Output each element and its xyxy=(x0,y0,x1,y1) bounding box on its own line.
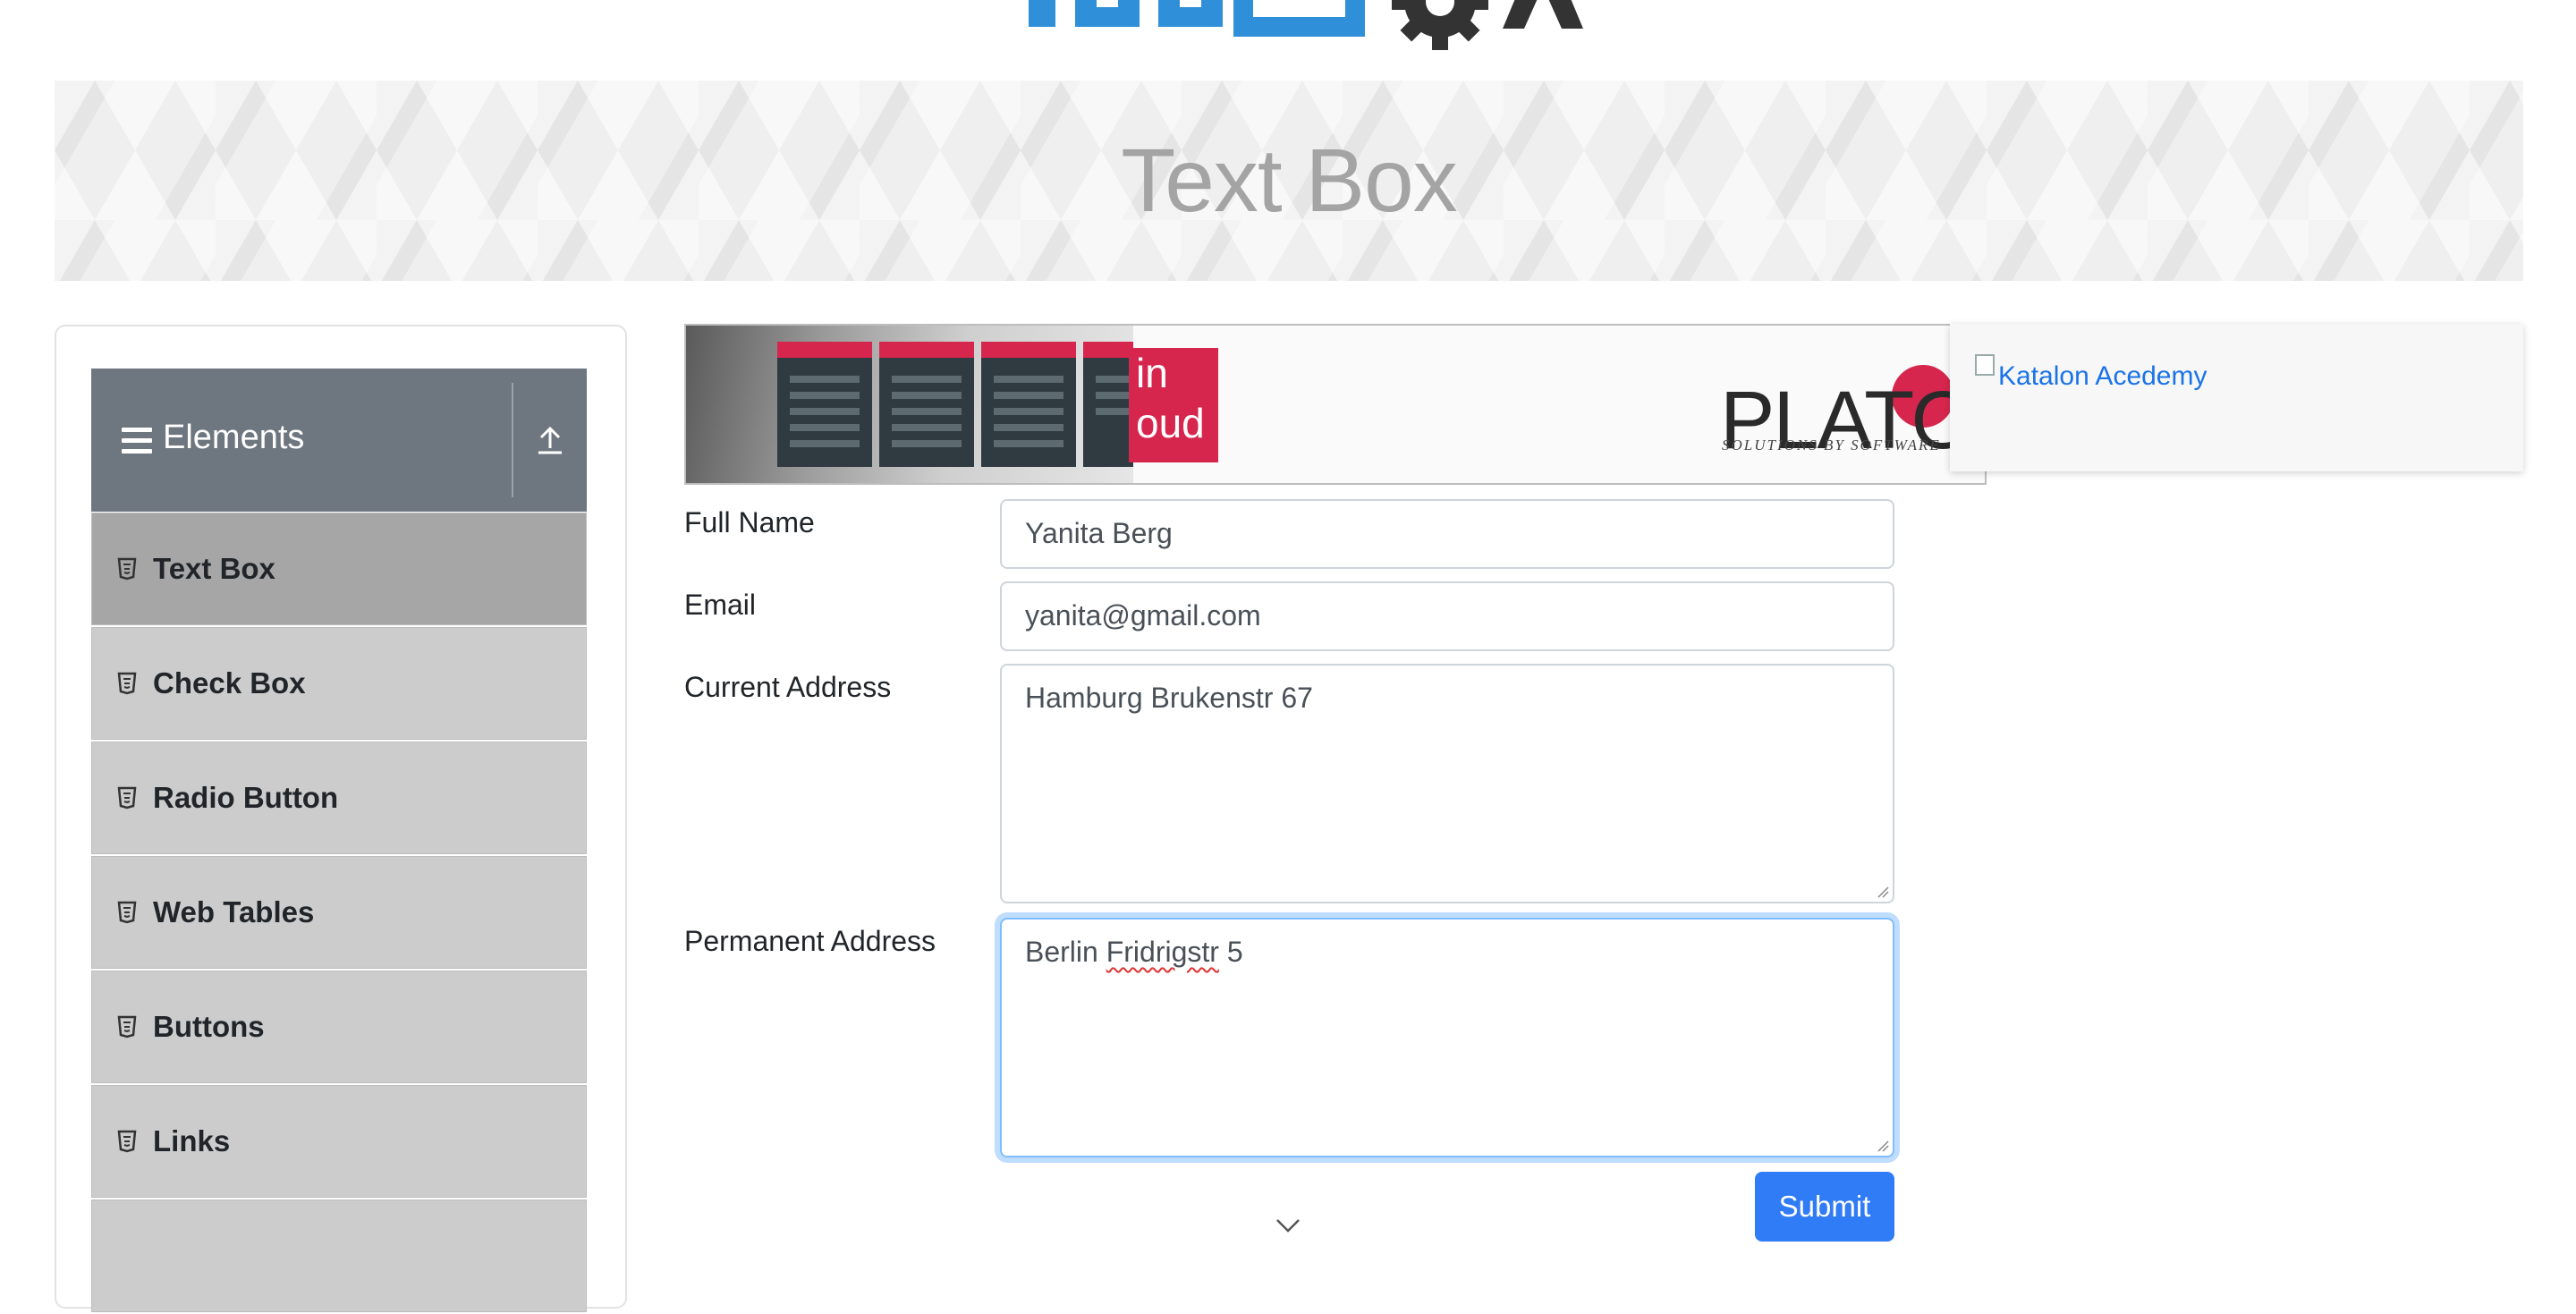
sidebar-item-label: Radio Button xyxy=(153,781,339,814)
email-value: yanita@gmail.com xyxy=(1025,599,1261,632)
resize-handle-icon[interactable] xyxy=(1877,1140,1889,1152)
current-address-textarea[interactable]: Hamburg Brukenstr 67 xyxy=(1000,664,1894,903)
sidebar-item-label: Text Box xyxy=(153,552,275,585)
sidebar-item-web-tables[interactable]: Web Tables xyxy=(91,856,587,969)
hamburger-icon xyxy=(122,428,152,454)
resize-handle-icon[interactable] xyxy=(1877,886,1889,898)
html5-icon xyxy=(117,1015,137,1038)
html5-icon xyxy=(117,786,137,810)
current-address-value: Hamburg Brukenstr 67 xyxy=(1025,682,1313,714)
sidebar-item-label: Buttons xyxy=(153,1010,265,1043)
katalon-ad-alt-text[interactable]: Katalon Acedemy xyxy=(1998,361,2207,392)
sidebar-group-title: Elements xyxy=(163,419,305,456)
full-name-label: Full Name xyxy=(684,506,815,538)
collapse-group-button[interactable] xyxy=(513,369,587,512)
sidebar-group-elements[interactable]: Elements xyxy=(91,369,587,512)
sidebar-item-label: Check Box xyxy=(153,666,306,699)
full-name-input[interactable]: Yanita Berg xyxy=(1000,499,1894,569)
html5-icon xyxy=(117,557,137,581)
ad-image xyxy=(686,326,1133,483)
sidebar-item-check-box[interactable]: Check Box xyxy=(91,627,587,740)
permanent-address-value-suffix: 5 xyxy=(1218,936,1243,968)
current-address-label: Current Address xyxy=(684,671,892,703)
sidebar-item-links[interactable]: Links xyxy=(91,1085,587,1198)
sidebar-item-label: Web Tables xyxy=(153,895,315,928)
permanent-address-value-prefix: Berlin xyxy=(1025,936,1106,968)
email-label: Email xyxy=(684,589,757,621)
permanent-address-label: Permanent Address xyxy=(684,925,936,957)
sidebar-item-label: Links xyxy=(153,1124,231,1157)
sidebar-item-radio-button[interactable]: Radio Button xyxy=(91,742,587,854)
sidebar-item-buttons[interactable]: Buttons xyxy=(91,971,587,1083)
chevron-down-icon[interactable] xyxy=(1274,1217,1302,1234)
page-header-banner: Text Box xyxy=(55,81,2523,281)
toolsqa-logo[interactable] xyxy=(1029,0,1583,63)
html5-icon xyxy=(117,901,137,924)
page-title: Text Box xyxy=(1121,130,1457,231)
email-input[interactable]: yanita@gmail.com xyxy=(1000,581,1894,651)
sidebar-menu: Text Box Check Box Radio Button Web Tabl… xyxy=(91,513,587,1314)
full-name-value: Yanita Berg xyxy=(1025,517,1173,549)
ad-tagline: SOLUTIONS BY SOFTWARE xyxy=(1722,437,1941,454)
arrow-up-icon xyxy=(538,426,562,454)
misspelled-word: Fridrigstr xyxy=(1106,936,1219,968)
sidebar-item-next[interactable] xyxy=(91,1200,587,1312)
submit-button[interactable]: Submit xyxy=(1755,1172,1894,1242)
html5-icon xyxy=(117,1130,137,1153)
html5-icon xyxy=(117,672,137,695)
sidebar-item-text-box[interactable]: Text Box xyxy=(91,513,587,625)
permanent-address-textarea[interactable]: Berlin Fridrigstr 5 xyxy=(1000,918,1894,1157)
advertisement-banner[interactable]: in oud PLATO SOLUTIONS BY SOFTWARE ▷ xyxy=(684,324,1987,485)
katalon-ad[interactable]: Katalon Acedemy xyxy=(1950,324,2523,471)
broken-image-icon xyxy=(1975,354,1995,376)
ad-red-text: in oud xyxy=(1129,348,1218,462)
